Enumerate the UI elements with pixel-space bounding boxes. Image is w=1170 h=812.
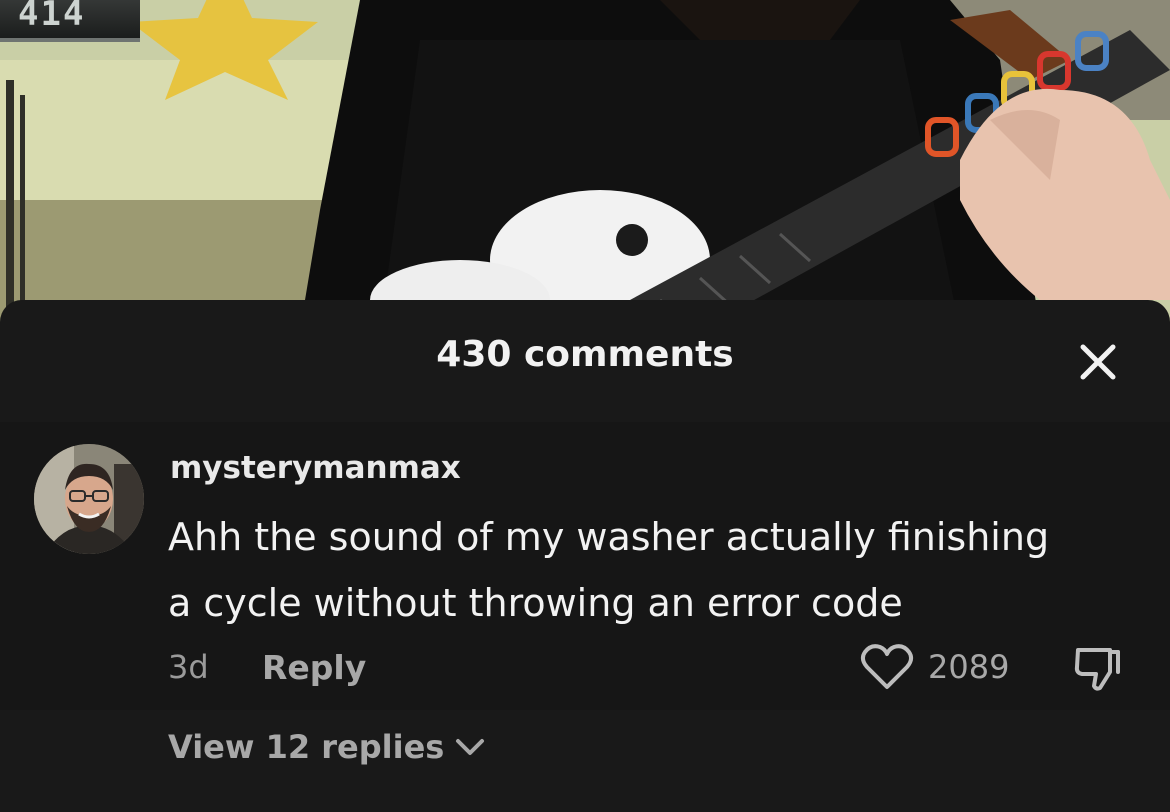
score-badge: 414 <box>0 0 140 42</box>
comment-age: 3d <box>168 648 209 686</box>
heart-icon <box>860 644 914 689</box>
video-frame <box>0 0 1170 330</box>
comment-item: mysterymanmax Ahh the sound of my washer… <box>0 422 1170 710</box>
comments-header: 430 comments <box>0 300 1170 418</box>
reply-button[interactable]: Reply <box>262 648 366 687</box>
like-button[interactable] <box>860 642 914 692</box>
view-replies-label: View 12 replies <box>168 728 445 766</box>
comment-username[interactable]: mysterymanmax <box>170 450 461 486</box>
comments-sheet: 430 comments mysterymanmax Ahh the sound… <box>0 300 1170 812</box>
comments-count: 430 comments <box>436 334 734 375</box>
close-icon <box>1080 344 1116 380</box>
chevron-down-icon <box>456 739 485 755</box>
comment-text: Ahh the sound of my washer actually fini… <box>168 504 1148 636</box>
comment-text-line: Ahh the sound of my washer actually fini… <box>168 515 1050 559</box>
close-button[interactable] <box>1074 338 1122 386</box>
view-replies-button[interactable]: View 12 replies <box>168 728 486 766</box>
comment-actions: 3d Reply 2089 <box>0 640 1170 696</box>
avatar[interactable] <box>34 444 144 554</box>
dislike-button[interactable] <box>1070 640 1126 696</box>
video-player[interactable]: 414 <box>0 0 1170 330</box>
comment-text-line: a cycle without throwing an error code <box>168 581 903 625</box>
screen: 414 430 comments mysterymanmax Ahh the s… <box>0 0 1170 812</box>
thumbs-down-icon <box>1074 648 1120 691</box>
like-count: 2089 <box>928 648 1010 686</box>
avatar-image <box>34 444 144 554</box>
